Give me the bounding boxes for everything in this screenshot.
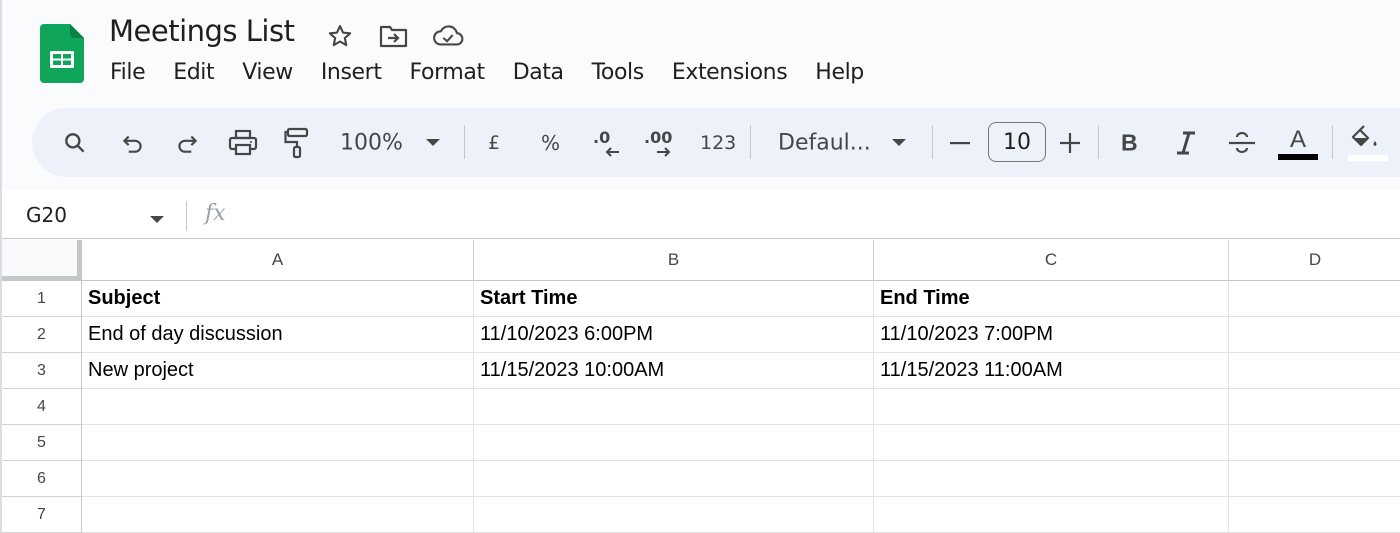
cloud-saved-icon[interactable] bbox=[432, 20, 464, 52]
cell-a7[interactable] bbox=[82, 497, 474, 533]
cell-d5[interactable] bbox=[1229, 425, 1400, 461]
cell-a5[interactable] bbox=[82, 425, 474, 461]
print-icon[interactable] bbox=[228, 129, 258, 157]
cell-d4[interactable] bbox=[1229, 389, 1400, 425]
cell-d1[interactable] bbox=[1229, 281, 1400, 317]
cell-d2[interactable] bbox=[1229, 317, 1400, 353]
bold-button[interactable]: B bbox=[1121, 129, 1138, 156]
redo-icon[interactable] bbox=[174, 130, 200, 156]
svg-text:.00: .00 bbox=[644, 128, 672, 147]
toolbar-divider bbox=[1098, 125, 1099, 159]
fill-color-button[interactable] bbox=[1348, 124, 1390, 162]
zoom-dropdown-icon[interactable] bbox=[426, 138, 440, 147]
cell-c3[interactable]: 11/15/2023 11:00AM bbox=[874, 353, 1229, 389]
toolbar-divider bbox=[464, 125, 465, 159]
cell-b5[interactable] bbox=[474, 425, 874, 461]
svg-text:.0: .0 bbox=[593, 128, 610, 147]
cell-d6[interactable] bbox=[1229, 461, 1400, 497]
italic-button[interactable] bbox=[1176, 131, 1196, 155]
cell-c7[interactable] bbox=[874, 497, 1229, 533]
row-header-7[interactable]: 7 bbox=[2, 497, 82, 533]
cell-d7[interactable] bbox=[1229, 497, 1400, 533]
function-icon: fx bbox=[205, 201, 226, 226]
increase-font-size-icon[interactable] bbox=[1060, 132, 1080, 153]
menu-insert[interactable]: Insert bbox=[321, 60, 382, 85]
move-folder-icon[interactable] bbox=[378, 20, 410, 52]
cell-c5[interactable] bbox=[874, 425, 1229, 461]
zoom-select[interactable]: 100% bbox=[340, 130, 403, 155]
percent-format-button[interactable]: % bbox=[541, 131, 560, 155]
undo-icon[interactable] bbox=[120, 130, 146, 156]
name-box-dropdown-icon[interactable] bbox=[150, 211, 164, 229]
font-size-input[interactable]: 10 bbox=[988, 122, 1046, 162]
cell-b6[interactable] bbox=[474, 461, 874, 497]
cell-c6[interactable] bbox=[874, 461, 1229, 497]
row-header-4[interactable]: 4 bbox=[2, 389, 82, 425]
font-dropdown-icon[interactable] bbox=[892, 138, 906, 147]
cell-a1[interactable]: Subject bbox=[82, 281, 474, 317]
sheets-app: Meetings List File Edit View Insert Form… bbox=[0, 0, 1400, 533]
cell-b1[interactable]: Start Time bbox=[474, 281, 874, 317]
menu-file[interactable]: File bbox=[110, 60, 146, 85]
menu-tools[interactable]: Tools bbox=[592, 60, 645, 85]
more-formats-button[interactable]: 123 bbox=[700, 132, 736, 154]
cell-c1[interactable]: End Time bbox=[874, 281, 1229, 317]
currency-format-button[interactable]: £ bbox=[488, 132, 500, 154]
toolbar-divider bbox=[750, 125, 751, 159]
row-header-6[interactable]: 6 bbox=[2, 461, 82, 497]
menu-bar: File Edit View Insert Format Data Tools … bbox=[110, 60, 892, 85]
select-all-corner[interactable] bbox=[2, 240, 82, 281]
star-icon[interactable] bbox=[324, 20, 356, 52]
formula-bar: G20 fx bbox=[2, 190, 1400, 239]
cell-b7[interactable] bbox=[474, 497, 874, 533]
paint-format-icon[interactable] bbox=[284, 127, 310, 159]
menu-help[interactable]: Help bbox=[815, 60, 864, 85]
menu-format[interactable]: Format bbox=[410, 60, 486, 85]
font-family-select[interactable]: Defaul... bbox=[778, 130, 871, 155]
cell-c4[interactable] bbox=[874, 389, 1229, 425]
cell-d3[interactable] bbox=[1229, 353, 1400, 389]
search-icon[interactable] bbox=[62, 130, 88, 156]
decrease-font-size-icon[interactable] bbox=[950, 141, 970, 145]
toolbar: 100% £ % .0 .00 123 Defaul... 10 B A bbox=[32, 108, 1400, 177]
column-header-d[interactable]: D bbox=[1229, 240, 1400, 281]
column-header-b[interactable]: B bbox=[474, 240, 874, 281]
row-header-2[interactable]: 2 bbox=[2, 317, 82, 353]
text-color-button[interactable]: A bbox=[1278, 125, 1318, 161]
menu-extensions[interactable]: Extensions bbox=[672, 60, 788, 85]
increase-decimal-button[interactable]: .00 bbox=[643, 127, 677, 159]
cell-a6[interactable] bbox=[82, 461, 474, 497]
name-box[interactable]: G20 bbox=[26, 203, 67, 227]
decrease-decimal-button[interactable]: .0 bbox=[591, 127, 625, 159]
row-header-1[interactable]: 1 bbox=[2, 281, 82, 317]
menu-data[interactable]: Data bbox=[513, 60, 564, 85]
document-title[interactable]: Meetings List bbox=[109, 14, 295, 48]
cell-b2[interactable]: 11/10/2023 6:00PM bbox=[474, 317, 874, 353]
cell-a3[interactable]: New project bbox=[82, 353, 474, 389]
cell-c2[interactable]: 11/10/2023 7:00PM bbox=[874, 317, 1229, 353]
menu-edit[interactable]: Edit bbox=[173, 60, 214, 85]
svg-text:A: A bbox=[1290, 126, 1306, 153]
cell-a4[interactable] bbox=[82, 389, 474, 425]
toolbar-divider bbox=[932, 125, 933, 159]
strikethrough-button[interactable] bbox=[1228, 129, 1256, 157]
column-header-c[interactable]: C bbox=[874, 240, 1229, 281]
row-header-3[interactable]: 3 bbox=[2, 353, 82, 389]
menu-view[interactable]: View bbox=[242, 60, 293, 85]
cell-b4[interactable] bbox=[474, 389, 874, 425]
cell-b3[interactable]: 11/15/2023 10:00AM bbox=[474, 353, 874, 389]
spreadsheet-grid: A B C D 1 Subject Start Time End Time 2 End of da… bbox=[2, 240, 1400, 533]
sheets-logo-icon[interactable] bbox=[40, 24, 84, 83]
cell-a2[interactable]: End of day discussion bbox=[82, 317, 474, 353]
formula-bar-divider bbox=[186, 201, 187, 231]
row-header-5[interactable]: 5 bbox=[2, 425, 82, 461]
column-header-a[interactable]: A bbox=[82, 240, 474, 281]
toolbar-divider bbox=[1332, 125, 1333, 159]
